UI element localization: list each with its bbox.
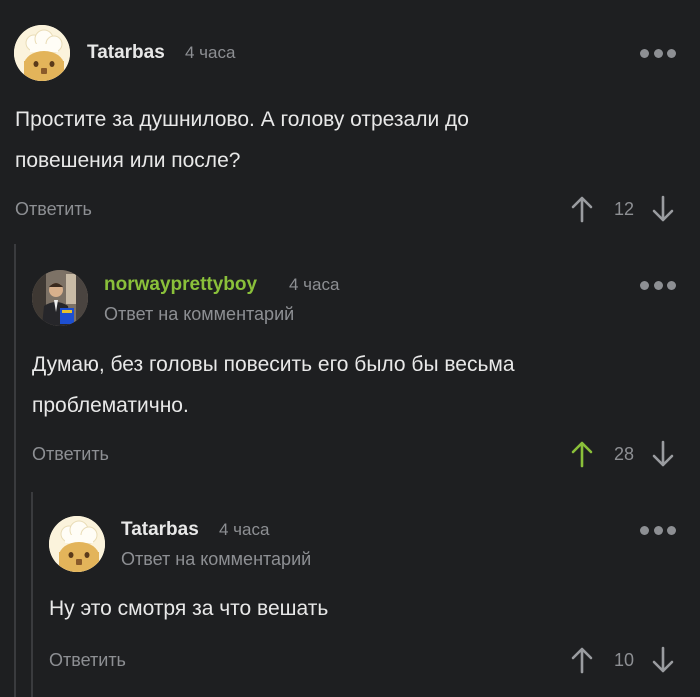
comment-reply: Tatarbas 4 часа Ответ на комментарий Ну … [0,0,700,697]
comment-time: 4 часа [219,520,270,539]
downvote-arrow-icon[interactable] [652,646,674,674]
upvote-arrow-icon[interactable] [571,646,593,674]
reply-button[interactable]: Ответить [49,650,126,671]
cat-chef-avatar[interactable] [49,516,105,572]
rating-count: 10 [613,650,635,670]
comments-thread: Tatarbas 4 часа Простите за душнилово. А… [0,0,700,697]
comment-text-line: Ну это смотря за что вешать [49,597,329,620]
reply-to-label[interactable]: Ответ на комментарий [121,549,311,570]
more-options-icon[interactable] [640,524,676,536]
comment-text: Ну это смотря за что вешать [49,588,328,629]
username[interactable]: Tatarbas [121,519,199,541]
